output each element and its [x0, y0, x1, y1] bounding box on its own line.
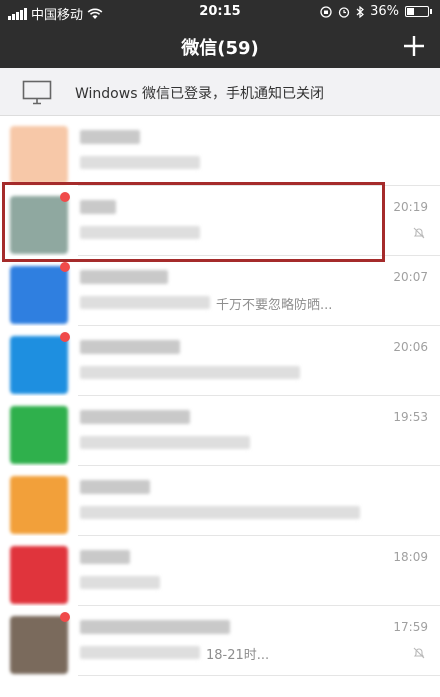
- monitor-icon: [22, 80, 52, 105]
- chat-time: 19:53: [393, 410, 428, 424]
- chat-name: [80, 480, 150, 494]
- battery-fill: [407, 8, 415, 15]
- status-right: 36%: [320, 4, 432, 19]
- nav-bar: 微信(59): [0, 24, 440, 68]
- unread-badge: [60, 612, 70, 622]
- chat-row[interactable]: [0, 466, 440, 536]
- chat-time: 20:19: [393, 200, 428, 214]
- chat-name: [80, 410, 190, 424]
- chat-row[interactable]: 20:06: [0, 326, 440, 396]
- bluetooth-icon: [356, 5, 365, 18]
- chat-preview: 18-21时...: [206, 648, 270, 663]
- avatar: [10, 196, 68, 254]
- chat-name: [80, 270, 168, 284]
- avatar: [10, 406, 68, 464]
- windows-login-banner[interactable]: Windows 微信已登录，手机通知已关闭: [0, 68, 440, 116]
- chat-name: [80, 200, 116, 214]
- avatar: [10, 476, 68, 534]
- battery-percent: 36%: [370, 4, 399, 19]
- chat-name: [80, 550, 130, 564]
- alarm-icon: [338, 6, 350, 18]
- avatar: [10, 266, 68, 324]
- chat-time: 20:06: [393, 340, 428, 354]
- chat-preview-blur: [80, 226, 200, 239]
- chat-preview-blur: [80, 506, 360, 519]
- plus-icon[interactable]: [400, 32, 428, 60]
- chat-preview-blur: [80, 646, 200, 659]
- chat-name: [80, 340, 180, 354]
- chat-name: [80, 620, 230, 634]
- chat-row[interactable]: 18-21时... 17:59: [0, 606, 440, 676]
- unread-badge: [60, 262, 70, 272]
- unread-badge: [60, 192, 70, 202]
- avatar: [10, 126, 68, 184]
- unread-badge: [60, 332, 70, 342]
- page-title: 微信(59): [181, 38, 259, 59]
- avatar: [10, 336, 68, 394]
- mute-bell-icon: [413, 227, 425, 239]
- chat-row[interactable]: 18:09: [0, 536, 440, 606]
- chat-preview-blur: [80, 156, 200, 169]
- mute-bell-icon: [413, 647, 425, 659]
- row-divider: [78, 675, 440, 676]
- chat-row[interactable]: [0, 116, 440, 186]
- chat-time: 17:59: [393, 620, 428, 634]
- chat-time: 20:07: [393, 270, 428, 284]
- avatar: [10, 546, 68, 604]
- chat-preview-blur: [80, 366, 300, 379]
- chat-row[interactable]: 千万不要忽略防晒... 20:07: [0, 256, 440, 326]
- chat-row[interactable]: 20:19: [0, 186, 440, 256]
- avatar: [10, 616, 68, 674]
- battery-icon: [405, 6, 429, 17]
- banner-text: Windows 微信已登录，手机通知已关闭: [75, 86, 324, 102]
- chat-preview: 千万不要忽略防晒...: [216, 298, 333, 313]
- chat-list: 20:19 千万不要忽略防晒... 20:07 20:06 19:53 18:09 18-2…: [0, 116, 440, 676]
- chat-row[interactable]: 19:53: [0, 396, 440, 466]
- chat-preview-blur: [80, 296, 210, 309]
- chat-name: [80, 130, 140, 144]
- chat-preview-blur: [80, 576, 160, 589]
- chat-preview-blur: [80, 436, 250, 449]
- orientation-lock-icon: [320, 5, 332, 18]
- battery-cap: [430, 9, 432, 14]
- status-bar: 中国移动 20:15 36%: [0, 0, 440, 24]
- chat-time: 18:09: [393, 550, 428, 564]
